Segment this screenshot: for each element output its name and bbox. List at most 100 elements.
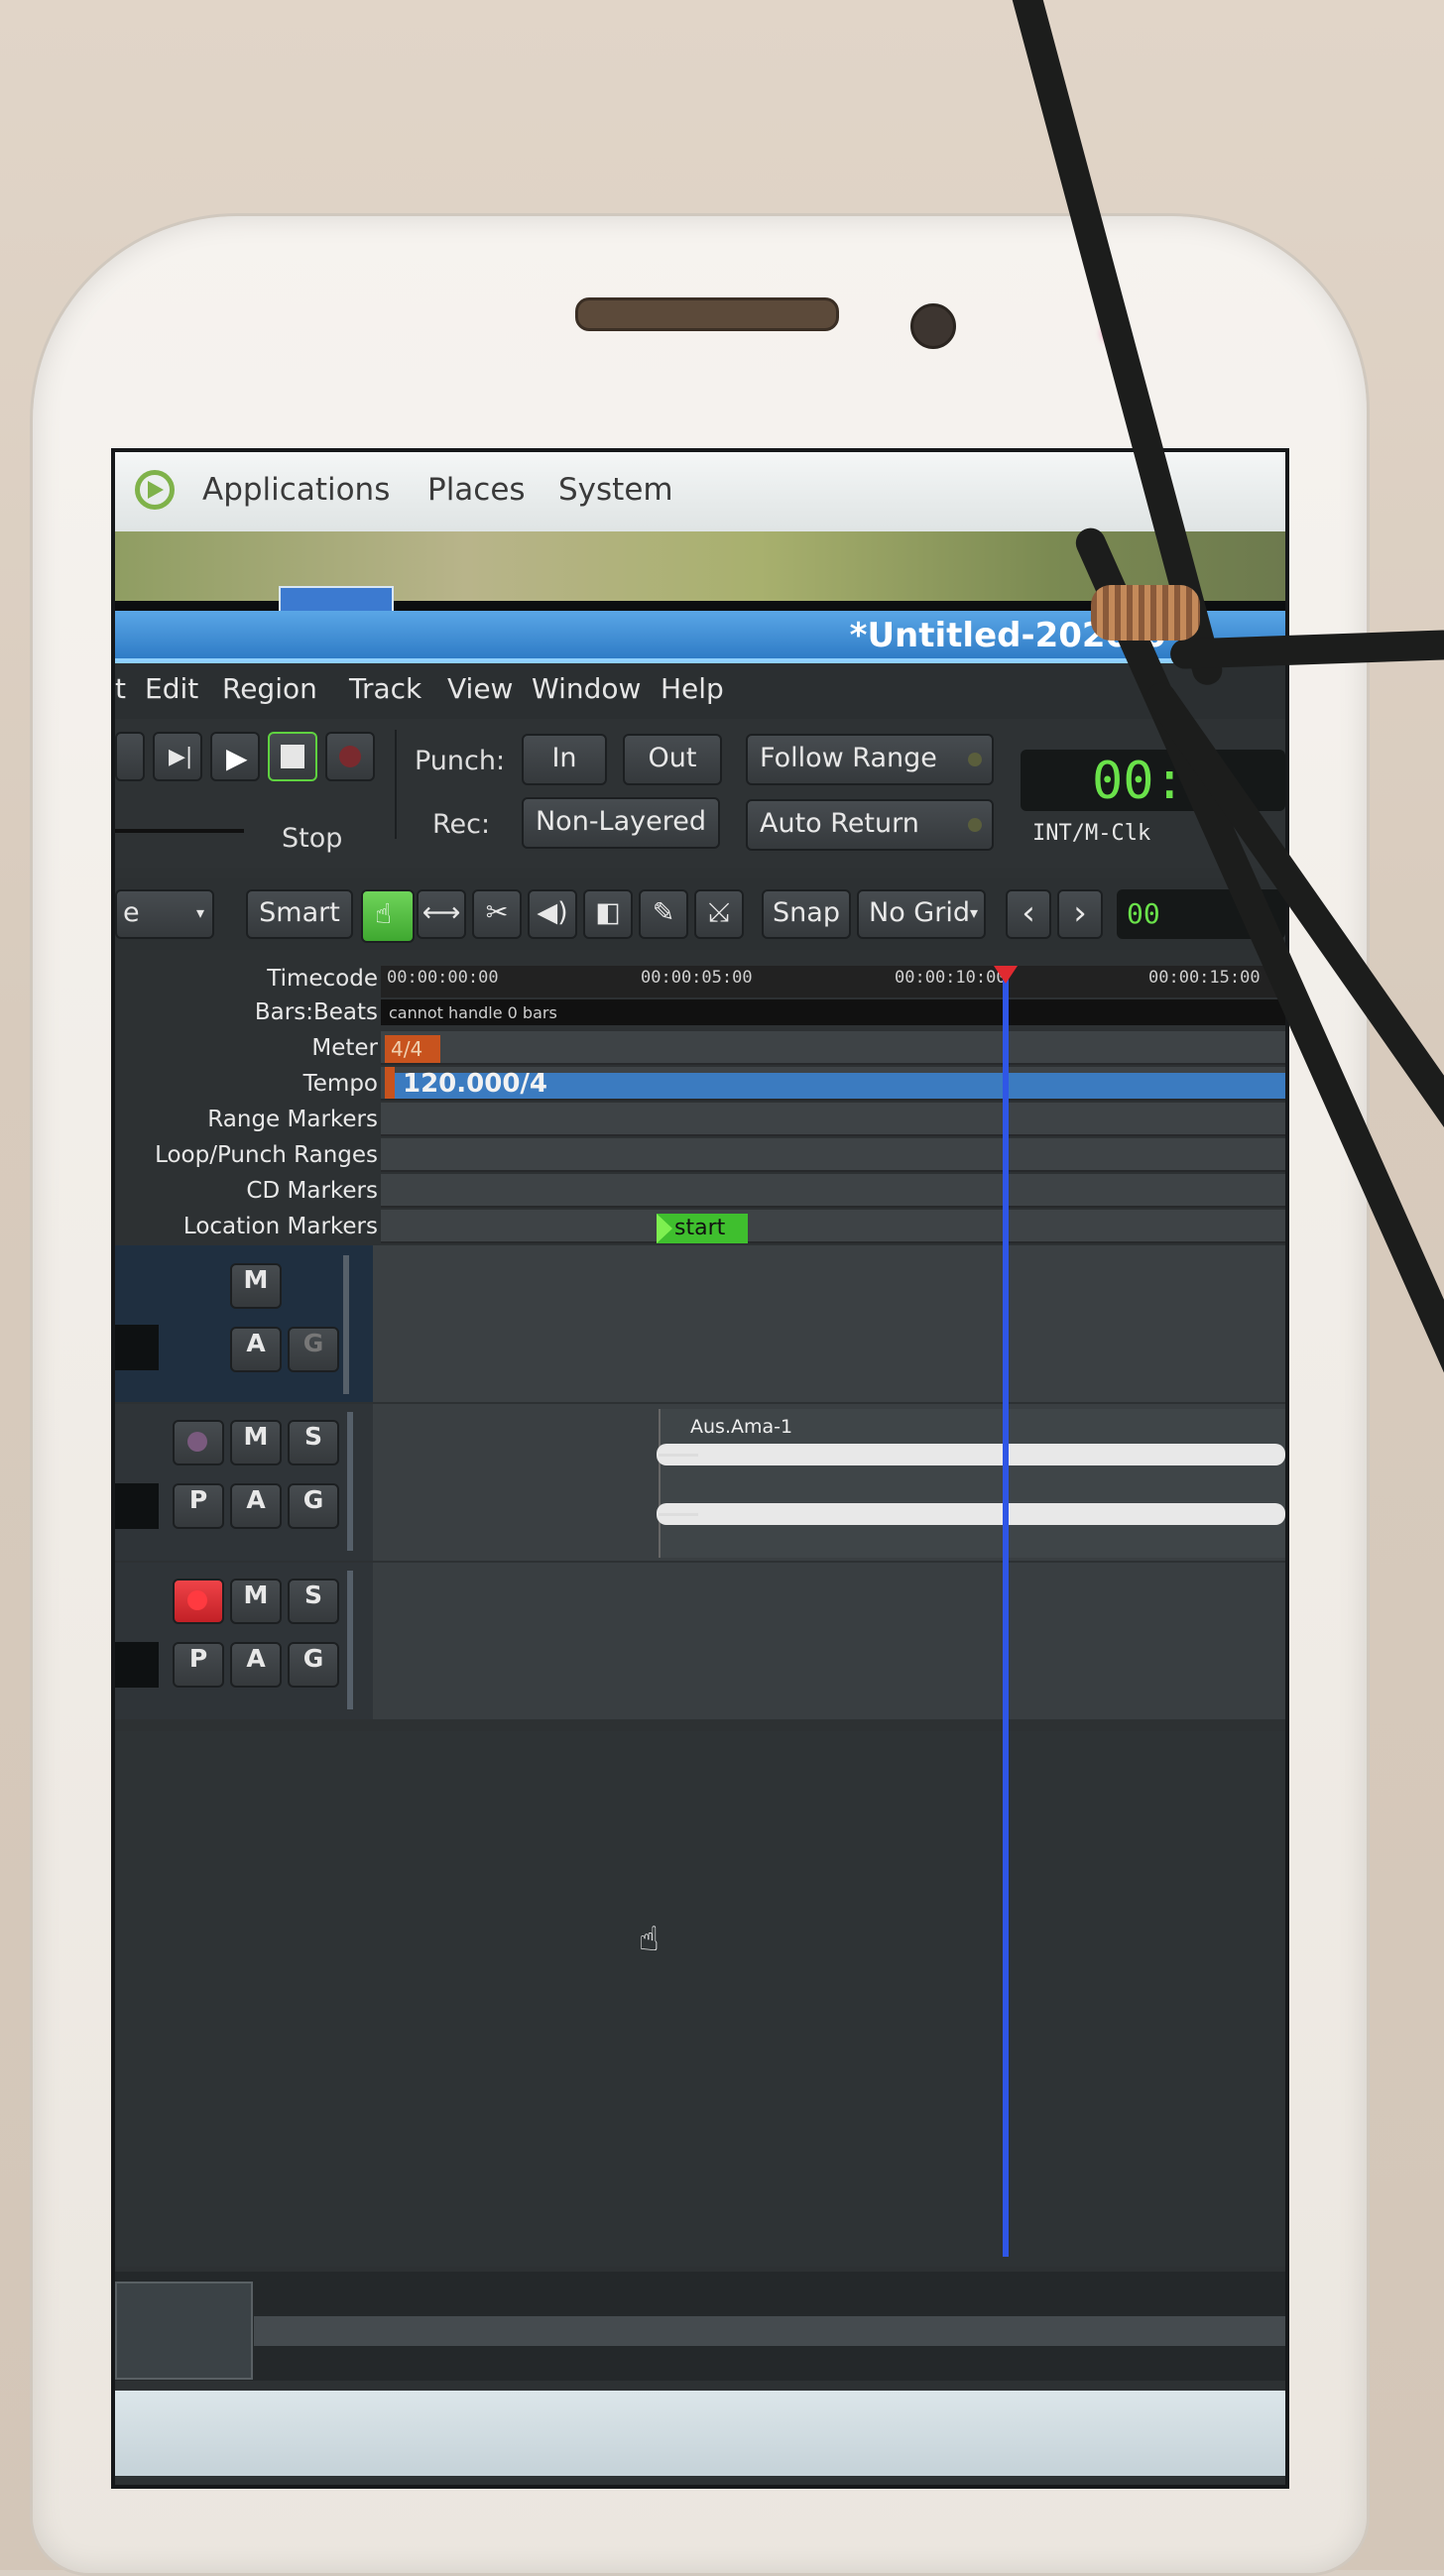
draw-tool-button[interactable]: ✎ [639,889,688,939]
track-2-rec-arm-button[interactable] [173,1420,224,1465]
punch-label: Punch: [415,746,506,776]
ruler-label-meter[interactable]: Meter [311,1035,378,1061]
menu-region[interactable]: Region [222,672,317,705]
transport-back-button[interactable] [115,732,145,781]
stretch-tool-button[interactable]: ◧ [583,889,633,939]
track-1-meter [343,1255,349,1394]
nudge-back-button[interactable]: ‹ [1006,889,1051,939]
tc-tick-2: 00:00:10:00 [895,968,1007,988]
track-3-solo-button[interactable]: S [288,1579,339,1624]
tc-tick-1: 00:00:05:00 [641,968,753,988]
edit-mode-label: e [123,897,140,928]
track-2-meter [347,1412,353,1551]
punch-in-button[interactable]: In [522,734,607,785]
track-1-group-button[interactable]: G [288,1327,339,1372]
hand-cursor-icon: ☝ [639,1920,660,1959]
tempo-marker-flag [385,1067,395,1099]
ruler-label-range-markers[interactable]: Range Markers [207,1107,378,1132]
ruler-label-timecode[interactable]: Timecode [267,966,378,992]
track-2-mute-button[interactable]: M [230,1420,282,1465]
grid-dropdown[interactable]: No Grid ▾ [857,889,986,939]
content-edit-icon: ⤩ [708,897,730,928]
tempo-value: 120.000/4 [403,1069,548,1099]
track-2-solo-button[interactable]: S [288,1420,339,1465]
phone-earpiece [575,297,839,331]
track-3-rec-arm-button[interactable] [173,1579,224,1624]
menu-applications[interactable]: Applications [202,472,390,508]
playhead[interactable] [1003,978,1009,2257]
range-icon: ⟷ [421,897,461,928]
track-3-automation-button[interactable]: A [230,1642,282,1688]
ruler-label-loop-punch[interactable]: Loop/Punch Ranges [155,1142,378,1168]
location-markers-ruler[interactable] [381,1210,1285,1243]
menu-track[interactable]: Track [349,672,421,705]
barsbeats-message: cannot handle 0 bars [389,1003,557,1022]
ruler-label-location-markers[interactable]: Location Markers [183,1214,378,1239]
smart-mode-button[interactable]: Smart [246,889,353,939]
cd-markers-ruler[interactable] [381,1174,1285,1208]
play-icon: ▶ [226,742,248,774]
record-button[interactable] [325,732,375,781]
menu-places[interactable]: Places [427,472,526,508]
stop-button[interactable] [268,732,317,781]
track-1-automation-button[interactable]: A [230,1327,282,1372]
play-button[interactable]: ▶ [210,732,260,781]
menu-window[interactable]: Window [532,672,641,705]
menu-edit[interactable]: Edit [145,672,198,705]
follow-range-label: Follow Range [760,743,937,773]
dropdown-arrow-icon: ▾ [195,903,204,922]
distro-logo-icon[interactable] [135,470,175,510]
edit-mode-dropdown[interactable]: e ▾ [115,889,214,939]
loop-punch-ruler[interactable] [381,1138,1285,1172]
tc-tick-0: 00:00:00:00 [387,968,499,988]
track-3-name-field[interactable] [115,1642,159,1688]
follow-range-led-icon [968,753,982,766]
cut-tool-button[interactable]: ✂ [472,889,522,939]
track-2-group-button[interactable]: G [288,1483,339,1529]
meter-ruler[interactable] [381,1031,1285,1065]
menu-session-fragment[interactable]: t [115,672,126,705]
follow-range-button[interactable]: Follow Range [746,734,994,785]
shuttle-slider[interactable] [115,829,244,833]
pencil-icon: ✎ [652,897,675,928]
ruler-label-tempo[interactable]: Tempo [303,1071,378,1097]
track-2-name-field[interactable] [115,1483,159,1529]
content-tool-button[interactable]: ⤩ [694,889,744,939]
track-3-playlist-button[interactable]: P [173,1642,224,1688]
toolbar-divider [395,730,397,839]
scissors-icon: ✂ [485,897,509,928]
menu-system[interactable]: System [558,472,673,508]
playhead-marker-icon[interactable] [994,966,1018,984]
scrollbar-thumb[interactable] [115,2282,253,2380]
track-3-meter [347,1571,353,1709]
track-1-name-field[interactable] [115,1325,159,1370]
ruler-label-barsbeats[interactable]: Bars:Beats [255,999,378,1025]
menu-view[interactable]: View [447,672,513,705]
goto-end-button[interactable]: ▶| [153,732,202,781]
track-1-mute-button[interactable]: M [230,1263,282,1309]
start-marker[interactable]: start [657,1214,748,1243]
grab-tool-button[interactable]: ☝ [361,889,415,943]
meter-marker[interactable]: 4/4 [385,1035,440,1063]
editor-empty-area[interactable] [115,1731,1285,2267]
summary-strip[interactable] [254,2316,1285,2346]
range-tool-button[interactable]: ⟷ [417,889,466,939]
ruler-label-cd-markers[interactable]: CD Markers [246,1178,378,1204]
rec-label: Rec: [432,809,491,840]
audition-tool-button[interactable]: ◀) [528,889,577,939]
sync-source[interactable]: INT/M-Clk [1032,821,1150,846]
menu-help[interactable]: Help [661,672,724,705]
punch-out-button[interactable]: Out [623,734,722,785]
auto-return-button[interactable]: Auto Return [746,799,994,851]
track-3-group-button[interactable]: G [288,1642,339,1688]
stop-label: Stop [282,823,343,854]
range-markers-ruler[interactable] [381,1103,1285,1136]
nudge-clock-value: 00 [1127,897,1160,930]
snap-button[interactable]: Snap [762,889,851,939]
rec-mode-button[interactable]: Non-Layered [522,797,720,849]
track-2-automation-button[interactable]: A [230,1483,282,1529]
track-2-playlist-button[interactable]: P [173,1483,224,1529]
track-3-mute-button[interactable]: M [230,1579,282,1624]
nudge-forward-button[interactable]: › [1057,889,1103,939]
waveform-right [657,1503,1285,1525]
